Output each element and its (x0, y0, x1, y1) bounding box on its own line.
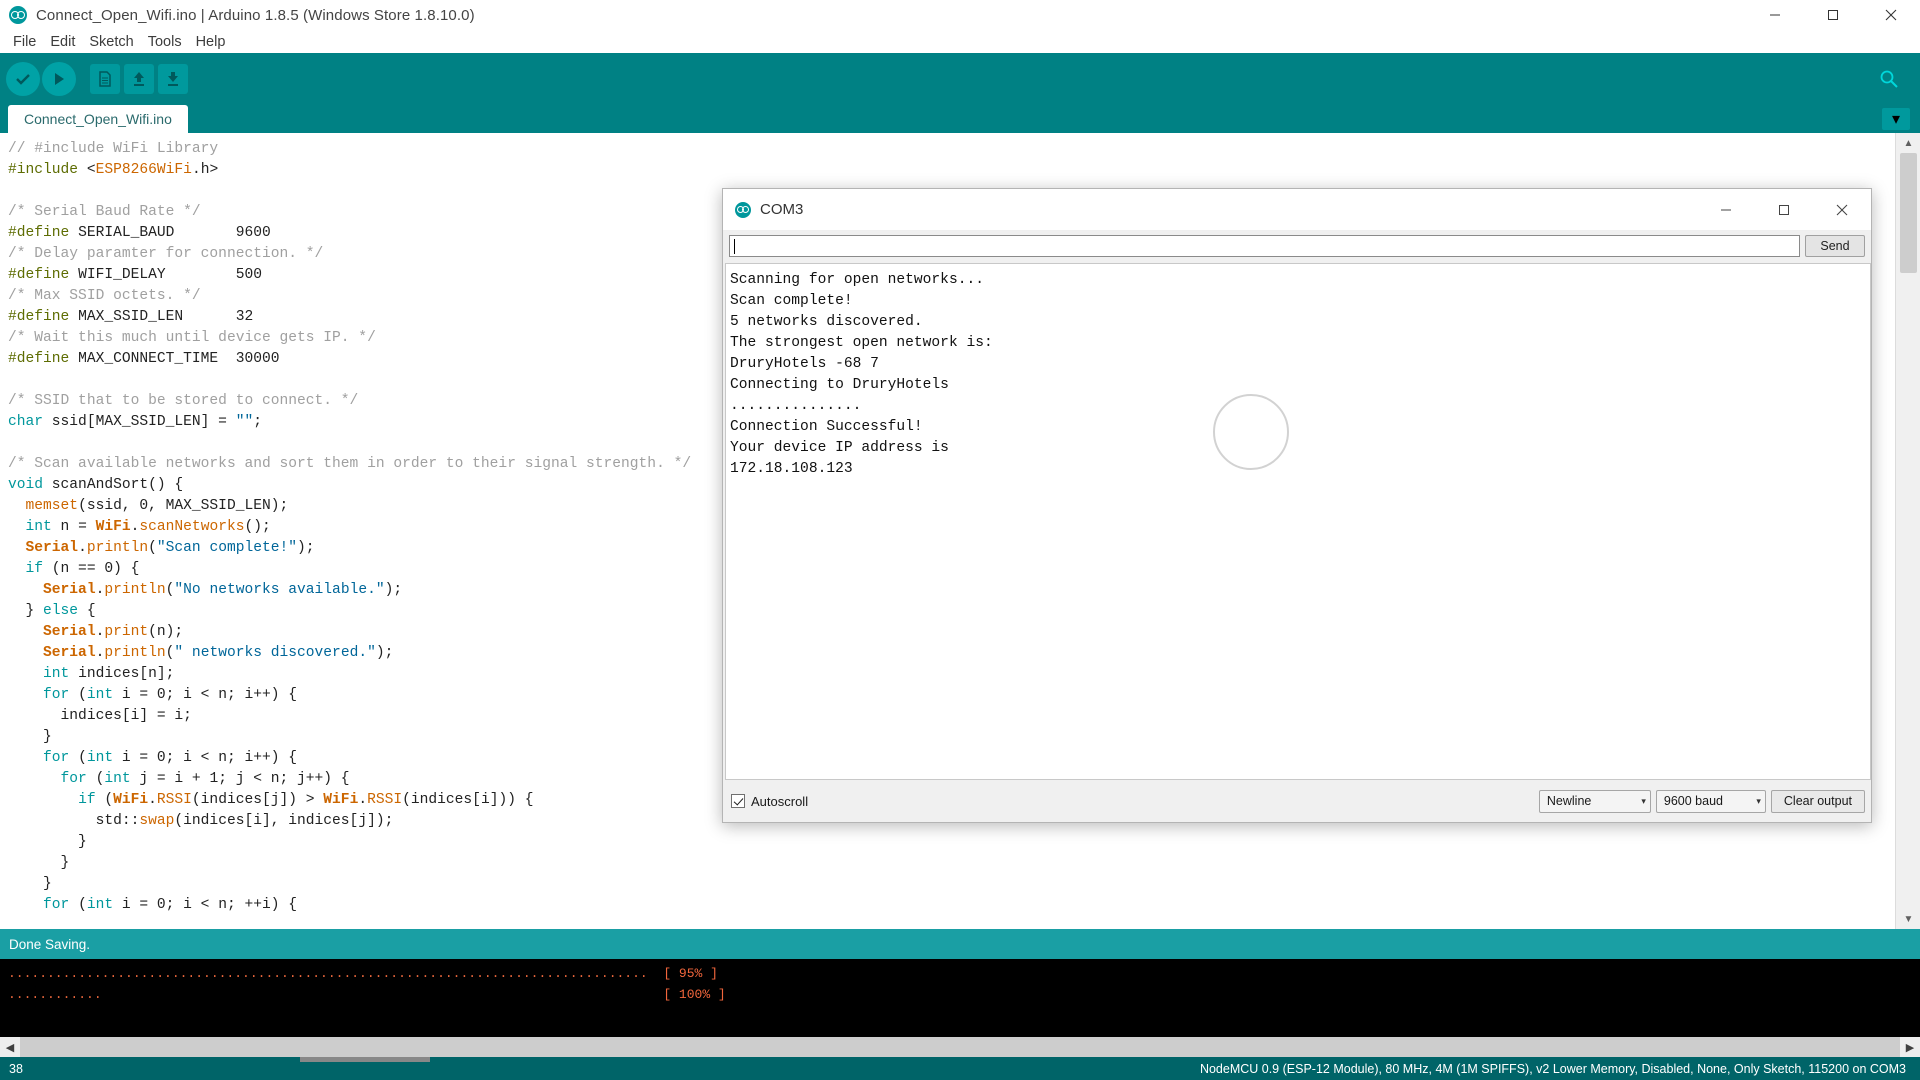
new-sketch-button[interactable] (90, 64, 120, 94)
console-status-strip: Done Saving. (0, 929, 1920, 959)
chevron-down-icon: ▾ (1744, 796, 1761, 807)
serial-monitor-title: COM3 (760, 201, 803, 218)
code-line: for (int i = 0; i < n; ++i) { (8, 895, 1895, 916)
board-info-text: NodeMCU 0.9 (ESP-12 Module), 80 MHz, 4M … (1200, 1062, 1920, 1076)
text-caret (734, 239, 735, 254)
menu-tools[interactable]: Tools (141, 32, 189, 52)
scroll-up-arrow-icon[interactable]: ▲ (1896, 133, 1920, 153)
autoscroll-label: Autoscroll (751, 794, 808, 809)
serial-output-line: Scanning for open networks... (730, 270, 1870, 291)
maximize-button[interactable] (1804, 0, 1862, 30)
arduino-logo-icon (9, 6, 27, 24)
console-horizontal-scrollbar[interactable]: ◀ ▶ (0, 1037, 1920, 1057)
scroll-left-arrow-icon[interactable]: ◀ (0, 1037, 20, 1057)
arduino-logo-icon (735, 202, 751, 218)
toolbar (0, 53, 1920, 105)
title-bar: Connect_Open_Wifi.ino | Arduino 1.8.5 (W… (0, 0, 1920, 30)
cursor-line-number: 38 (0, 1062, 23, 1076)
open-sketch-button[interactable] (124, 64, 154, 94)
baud-rate-value: 9600 baud (1664, 794, 1723, 808)
serial-output-line: Connection Successful! (730, 417, 1870, 438)
menu-help[interactable]: Help (189, 32, 233, 52)
checkbox-icon[interactable] (731, 794, 745, 808)
close-button[interactable] (1862, 0, 1920, 30)
save-sketch-button[interactable] (158, 64, 188, 94)
serial-bottom-bar: Autoscroll Newline ▾ 9600 baud ▾ Clear o… (725, 782, 1871, 820)
code-line: } (8, 874, 1895, 895)
serial-output-area: Scanning for open networks...Scan comple… (725, 263, 1871, 780)
menu-sketch[interactable]: Sketch (82, 32, 140, 52)
menu-edit[interactable]: Edit (43, 32, 82, 52)
editor-scroll-thumb[interactable] (1900, 153, 1917, 273)
serial-monitor-window: COM3 Send Scanning for open networks...S… (722, 188, 1872, 823)
status-bar-notch (300, 1057, 430, 1062)
autoscroll-checkbox[interactable]: Autoscroll (731, 794, 808, 809)
tab-strip: Connect_Open_Wifi.ino ▾ (0, 105, 1920, 133)
serial-output-line: Your device IP address is (730, 438, 1870, 459)
arduino-ide-window: Connect_Open_Wifi.ino | Arduino 1.8.5 (W… (0, 0, 1920, 1080)
code-line: // #include WiFi Library (8, 139, 1895, 160)
serial-output-line: Scan complete! (730, 291, 1870, 312)
chevron-down-icon[interactable]: ▾ (1882, 108, 1910, 130)
baud-rate-select[interactable]: 9600 baud ▾ (1656, 790, 1766, 813)
code-line: } (8, 832, 1895, 853)
serial-minimize-button[interactable] (1697, 189, 1755, 231)
serial-send-input[interactable] (729, 235, 1800, 257)
line-ending-value: Newline (1547, 794, 1591, 808)
serial-close-button[interactable] (1813, 189, 1871, 231)
serial-maximize-button[interactable] (1755, 189, 1813, 231)
serial-window-controls (1697, 189, 1871, 231)
clear-output-button[interactable]: Clear output (1771, 790, 1865, 813)
serial-input-row: Send (723, 231, 1871, 261)
editor-vertical-scrollbar[interactable]: ▲ ▼ (1895, 133, 1920, 929)
send-button[interactable]: Send (1805, 235, 1865, 257)
chevron-down-icon: ▾ (1629, 796, 1646, 807)
console-status-text: Done Saving. (9, 937, 90, 952)
menu-bar: File Edit Sketch Tools Help (0, 30, 1920, 53)
serial-monitor-button[interactable] (1874, 64, 1904, 94)
line-ending-select[interactable]: Newline ▾ (1539, 790, 1651, 813)
window-controls (1746, 0, 1920, 30)
serial-output-line: The strongest open network is: (730, 333, 1870, 354)
code-line: } (8, 853, 1895, 874)
menu-file[interactable]: File (6, 32, 43, 52)
verify-button[interactable] (6, 62, 40, 96)
serial-output-line: 172.18.108.123 (730, 459, 1870, 480)
progress-dots: ........................................… (8, 966, 648, 981)
serial-output-line: Connecting to DruryHotels (730, 375, 1870, 396)
serial-monitor-title-bar: COM3 (723, 189, 1871, 231)
tab-connect-open-wifi[interactable]: Connect_Open_Wifi.ino (8, 105, 188, 133)
loading-spinner-icon (1213, 394, 1289, 470)
progress-dots: ............ (8, 987, 102, 1002)
scroll-right-arrow-icon[interactable]: ▶ (1900, 1037, 1920, 1057)
minimize-button[interactable] (1746, 0, 1804, 30)
progress-percent: [ 100% ] (663, 987, 725, 1002)
window-title: Connect_Open_Wifi.ino | Arduino 1.8.5 (W… (36, 7, 475, 24)
console-output: ........................................… (0, 959, 1920, 1037)
code-line: #include <ESP8266WiFi.h> (8, 160, 1895, 181)
upload-button[interactable] (42, 62, 76, 96)
console-line: ........................................… (8, 963, 1920, 984)
serial-controls: Newline ▾ 9600 baud ▾ Clear output (1539, 790, 1865, 813)
scroll-down-arrow-icon[interactable]: ▼ (1896, 909, 1920, 929)
console-line: ............ [ 100% ] (8, 984, 1920, 1005)
status-bar: 38 NodeMCU 0.9 (ESP-12 Module), 80 MHz, … (0, 1057, 1920, 1080)
serial-output-line: 5 networks discovered. (730, 312, 1870, 333)
serial-output-line: DruryHotels -68 7 (730, 354, 1870, 375)
progress-percent: [ 95% ] (663, 966, 718, 981)
serial-output-line: ............... (730, 396, 1870, 417)
